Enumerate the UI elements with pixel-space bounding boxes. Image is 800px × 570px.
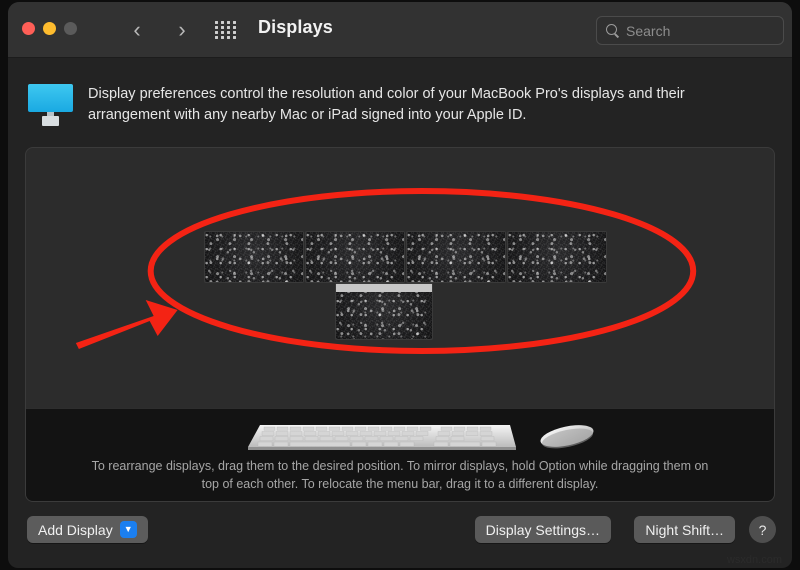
night-shift-label: Night Shift…	[645, 521, 724, 538]
footer-toolbar: Add Display ▼ Display Settings… Night Sh…	[8, 502, 792, 568]
close-button[interactable]	[22, 22, 35, 35]
chevron-left-icon: ‹	[133, 17, 141, 42]
annotation-arrow	[75, 300, 178, 349]
chevron-right-icon: ›	[178, 17, 186, 42]
chevron-down-icon[interactable]: ▼	[119, 521, 137, 538]
display-settings-button[interactable]: Display Settings…	[474, 516, 611, 543]
description-banner: Display preferences control the resoluti…	[8, 58, 792, 126]
all-preferences-grid-icon[interactable]	[215, 21, 237, 39]
help-button[interactable]: ?	[749, 516, 776, 543]
titlebar: ‹ › Displays	[8, 2, 792, 58]
displays-preferences-window: ‹ › Displays Display preferences control…	[8, 2, 792, 568]
display-thumbnail-4[interactable]	[507, 231, 607, 283]
search-field[interactable]	[596, 16, 784, 45]
magic-keyboard	[248, 425, 516, 450]
zoom-button	[64, 22, 77, 35]
display-thumbnail-3[interactable]	[406, 231, 506, 283]
display-stage[interactable]	[26, 148, 774, 410]
display-thumbnail-1[interactable]	[204, 231, 304, 283]
add-display-label: Add Display	[38, 521, 113, 538]
watermark: wsxdn.com	[726, 554, 782, 566]
search-input[interactable]	[626, 22, 775, 39]
arrangement-hint: To rearrange displays, drag them to the …	[91, 459, 709, 491]
add-display-button[interactable]: Add Display ▼	[27, 516, 148, 543]
description-text: Display preferences control the resoluti…	[88, 86, 685, 123]
traffic-lights	[22, 22, 77, 35]
display-arrangement-panel[interactable]: To rearrange displays, drag them to the …	[25, 147, 775, 502]
display-preferences-icon	[28, 84, 73, 126]
night-shift-button[interactable]: Night Shift…	[634, 516, 735, 543]
search-icon	[605, 23, 620, 38]
display-thumbnail-2[interactable]	[305, 231, 405, 283]
help-icon: ?	[758, 521, 767, 538]
display-thumbnail-main[interactable]	[335, 283, 433, 340]
menu-bar-strip[interactable]	[336, 284, 432, 292]
page-title: Displays	[258, 17, 333, 37]
minimize-button[interactable]	[43, 22, 56, 35]
back-button[interactable]: ‹	[124, 16, 150, 44]
forward-button[interactable]: ›	[169, 16, 195, 44]
magic-mouse	[540, 425, 594, 449]
display-settings-label: Display Settings…	[485, 521, 600, 538]
peripherals-deck: To rearrange displays, drag them to the …	[26, 408, 774, 501]
